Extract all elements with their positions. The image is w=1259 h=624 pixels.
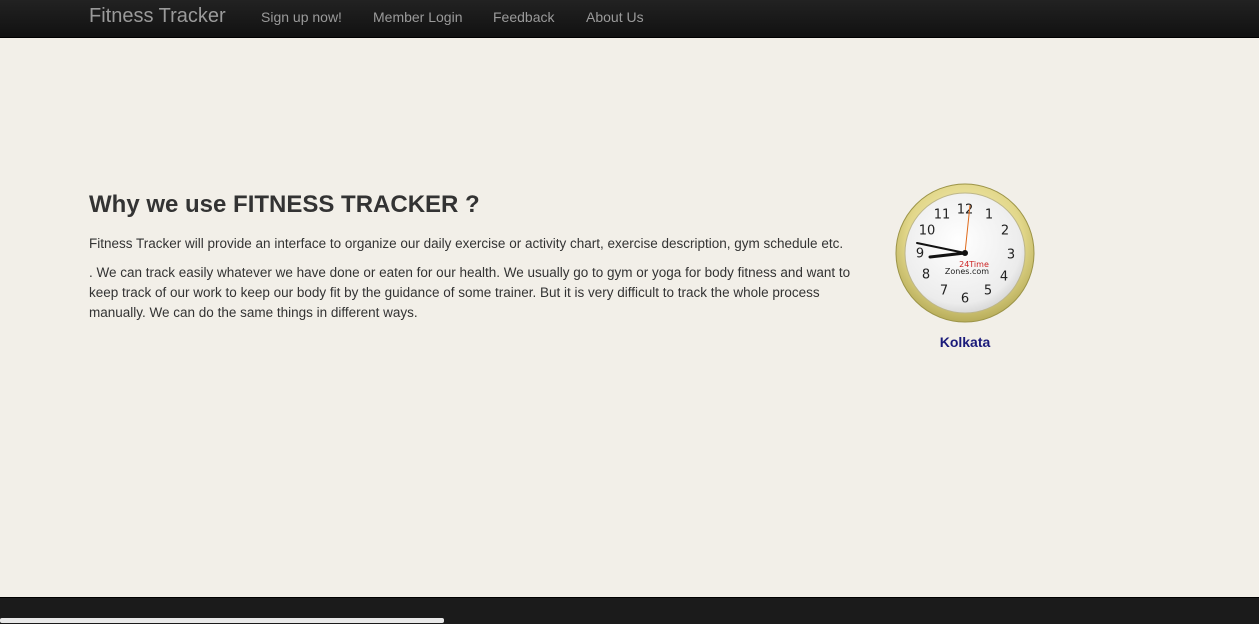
clock-widget[interactable]: 12 1 2 3 4 5 6 7 8 9 10 11 24Time Zones.… bbox=[895, 183, 1035, 350]
clock-number-4: 4 bbox=[1000, 270, 1008, 285]
clock-number-2: 2 bbox=[1001, 224, 1009, 239]
detail-paragraph: . We can track easily whatever we have d… bbox=[89, 265, 851, 320]
page-heading: Why we use FITNESS TRACKER ? bbox=[89, 191, 480, 218]
nav-sign-up[interactable]: Sign up now! bbox=[261, 9, 342, 25]
clock-number-5: 5 bbox=[984, 284, 992, 299]
horizontal-scrollbar[interactable] bbox=[0, 618, 444, 623]
clock-number-6: 6 bbox=[961, 292, 969, 307]
clock-number-10: 10 bbox=[919, 224, 936, 239]
clock-number-7: 7 bbox=[940, 284, 948, 299]
clock-number-12: 12 bbox=[957, 203, 974, 218]
clock-number-11: 11 bbox=[934, 208, 951, 223]
clock-number-3: 3 bbox=[1007, 248, 1015, 263]
brand-link[interactable]: Fitness Tracker bbox=[89, 5, 226, 28]
nav-member-login[interactable]: Member Login bbox=[373, 9, 463, 25]
clock-number-9: 9 bbox=[916, 247, 924, 262]
clock-brand-line2: Zones.com bbox=[945, 267, 989, 276]
nav-about-us[interactable]: About Us bbox=[586, 9, 644, 25]
top-navbar: Fitness Tracker Sign up now! Member Logi… bbox=[0, 0, 1259, 38]
analog-clock-icon[interactable]: 12 1 2 3 4 5 6 7 8 9 10 11 24Time Zones.… bbox=[895, 183, 1035, 323]
intro-paragraph: Fitness Tracker will provide an interfac… bbox=[89, 236, 844, 251]
clock-city-link[interactable]: Kolkata bbox=[895, 334, 1035, 350]
clock-center-pin bbox=[962, 250, 968, 256]
clock-number-8: 8 bbox=[922, 268, 930, 283]
clock-number-1: 1 bbox=[985, 208, 993, 223]
main-content: Why we use FITNESS TRACKER ? Fitness Tra… bbox=[89, 190, 864, 332]
nav-feedback[interactable]: Feedback bbox=[493, 9, 554, 25]
